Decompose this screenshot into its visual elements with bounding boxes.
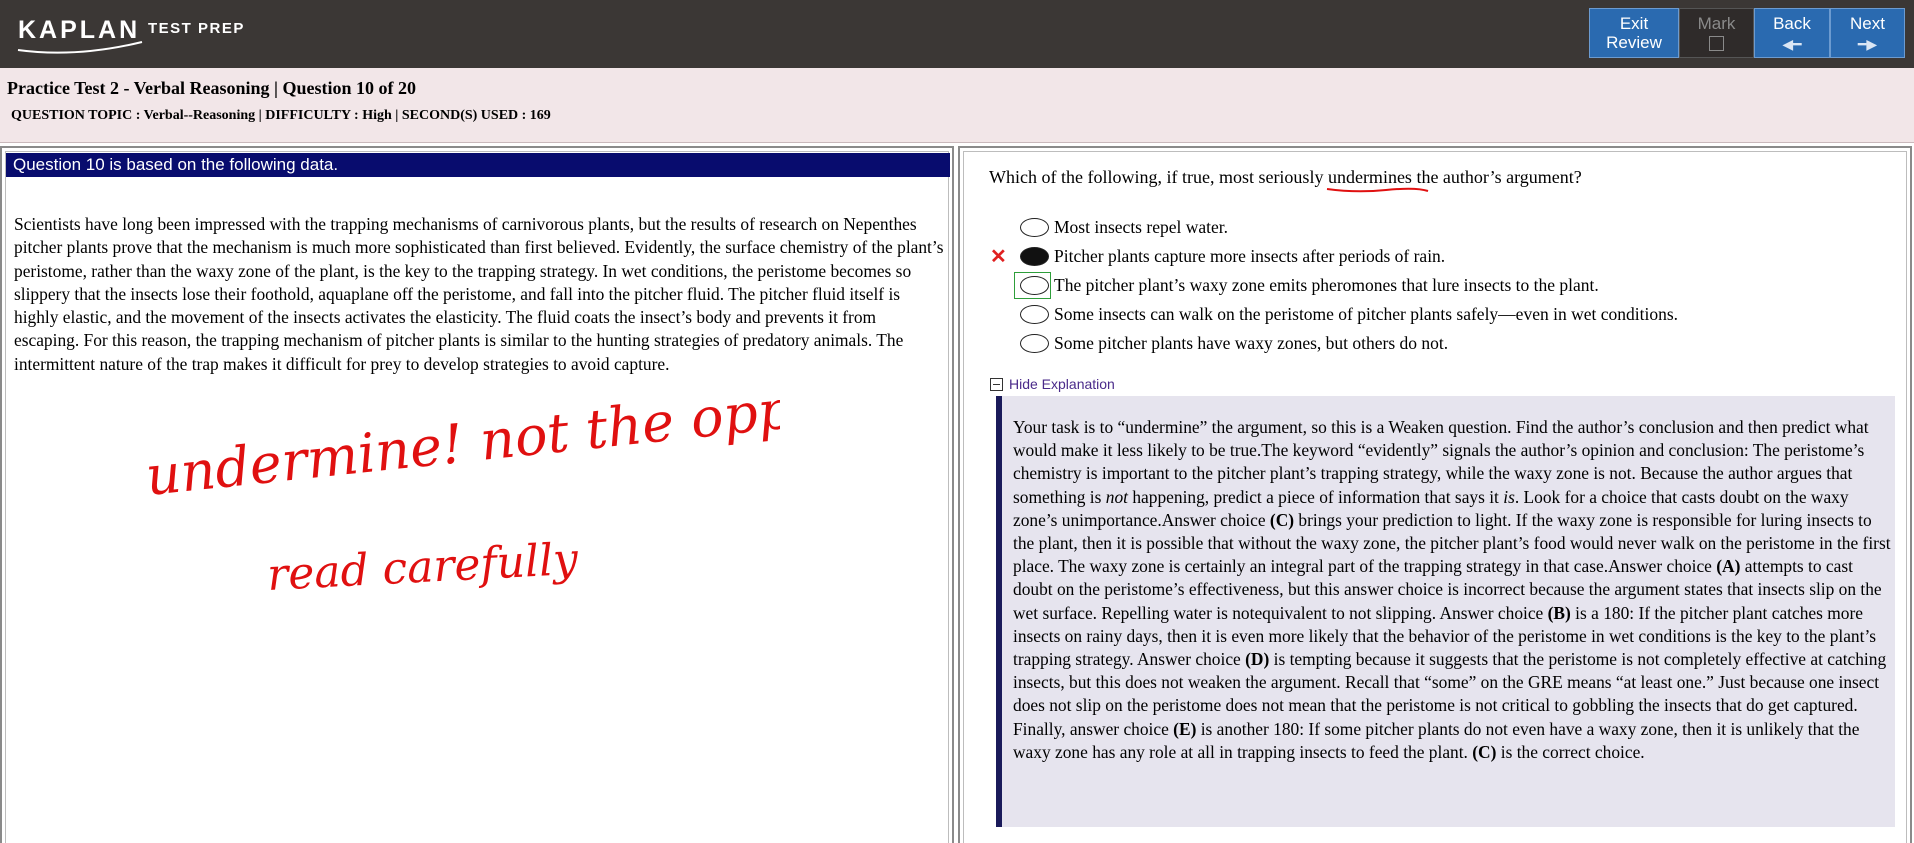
next-button[interactable]: Next ━▶ (1830, 8, 1905, 58)
choice-e-label: Some pitcher plants have waxy zones, but… (1054, 333, 1449, 353)
explanation-part: is the correct choice. (1496, 741, 1645, 762)
handwritten-annotation: undermine! not the opposite read careful… (143, 400, 780, 601)
radio-e[interactable] (1020, 334, 1049, 353)
test-title: Practice Test 2 - Verbal Reasoning | Que… (7, 78, 416, 98)
choice-a-label: Most insects repel water. (1054, 217, 1228, 237)
explanation-choice-ref: (C) (1472, 741, 1497, 762)
explanation-part: happening, predict a piece of informatio… (1128, 486, 1504, 507)
explanation-choice-ref: (E) (1173, 718, 1197, 739)
annotation-line-1: undermine! not the opposite (143, 400, 780, 508)
exit-label: Exit (1619, 14, 1649, 33)
question-stem-end: the author’s argument? (1411, 167, 1582, 187)
mark-checkbox-icon (1709, 36, 1724, 51)
next-label: Next (1850, 14, 1885, 33)
mark-label: Mark (1697, 14, 1736, 33)
arrow-right-icon: ━▶ (1857, 36, 1878, 52)
review-label: Review (1606, 33, 1662, 52)
hide-explanation-toggle[interactable]: Hide Explanation (990, 376, 1115, 392)
back-button[interactable]: Back ◀━ (1754, 8, 1830, 58)
question-stem: Which of the following, if true, most se… (989, 167, 1582, 193)
choice-c-label: The pitcher plant’s waxy zone emits pher… (1054, 275, 1599, 295)
back-label: Back (1773, 14, 1811, 33)
underline-mark-icon (1326, 187, 1429, 193)
explanation-choice-ref: (D) (1245, 649, 1270, 670)
explanation-text: Your task is to “undermine” the argument… (1013, 416, 1893, 764)
explanation-choice-ref: (C) (1269, 509, 1295, 530)
hide-explanation-label: Hide Explanation (1009, 376, 1115, 392)
logo-swoosh-icon (17, 41, 143, 54)
explanation-choice-ref: (B) (1547, 602, 1571, 623)
question-info-bar: Practice Test 2 - Verbal Reasoning | Que… (0, 68, 1914, 143)
annotation-line-2: read carefully (266, 534, 580, 601)
explanation-choice-ref: (A) (1716, 556, 1741, 577)
collapse-icon[interactable] (990, 378, 1003, 391)
radio-d[interactable] (1020, 305, 1049, 324)
radio-a[interactable] (1020, 218, 1049, 237)
arrow-left-icon: ◀━ (1782, 36, 1802, 52)
question-stem-start: Which of the following, if true, most se… (989, 167, 1328, 187)
logo-subtitle: TEST PREP (148, 20, 245, 37)
underlined-keyword: undermines (1326, 167, 1429, 193)
explanation-emphasis: not (1105, 486, 1128, 507)
passage-text: Scientists have long been impressed with… (14, 214, 944, 374)
choice-b-label: Pitcher plants capture more insects afte… (1054, 246, 1446, 266)
radio-b-selected[interactable] (1020, 247, 1049, 266)
explanation-emphasis: is (1503, 486, 1515, 507)
mark-button[interactable]: Mark (1679, 8, 1754, 58)
passage-header: Question 10 is based on the following da… (6, 153, 950, 177)
choice-d-label: Some insects can walk on the peristome o… (1054, 304, 1679, 324)
top-toolbar: KAPLAN TEST PREP Exit Review Mark Back ◀… (0, 0, 1914, 68)
radio-c[interactable] (1020, 276, 1049, 295)
explanation-box: Your task is to “undermine” the argument… (996, 396, 1895, 827)
wrong-answer-x-icon: ✕ (990, 246, 1007, 268)
question-meta: QUESTION TOPIC : Verbal--Reasoning | DIF… (11, 108, 551, 123)
keyword-undermines: undermines (1327, 167, 1412, 187)
exit-review-button[interactable]: Exit Review (1589, 8, 1679, 58)
